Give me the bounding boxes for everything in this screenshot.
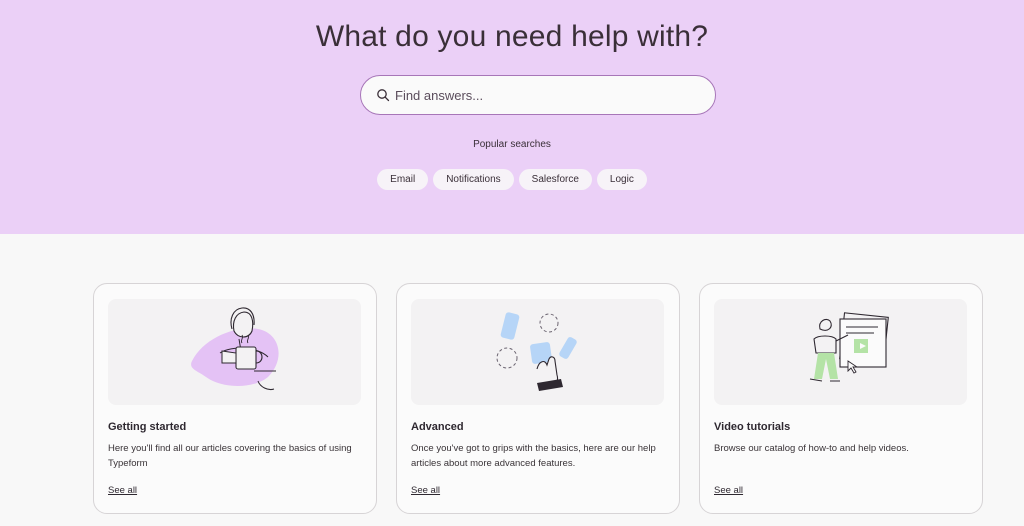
hero-section: What do you need help with? Popular sear… — [0, 0, 1024, 234]
card-description: Here you'll find all our articles coveri… — [108, 443, 352, 469]
person-with-screen-icon — [809, 312, 889, 382]
see-all-link[interactable]: See all — [714, 485, 743, 496]
card-illustration — [714, 299, 967, 405]
page-title: What do you need help with? — [315, 20, 709, 53]
card-title: Video tutorials — [714, 421, 791, 433]
chip-salesforce[interactable]: Salesforce — [518, 169, 592, 190]
chip-email[interactable]: Email — [377, 169, 429, 190]
card-illustration — [108, 299, 361, 405]
card-title: Getting started — [108, 421, 187, 433]
chip-logic[interactable]: Logic — [596, 169, 647, 190]
popular-searches-label: Popular searches — [473, 139, 551, 150]
person-holding-mug-icon — [191, 307, 279, 390]
card-description: Browse our catalog of how-to and help vi… — [714, 443, 909, 454]
search-box[interactable] — [360, 75, 716, 115]
popular-searches-chips: Email Notifications Salesforce Logic — [0, 169, 1024, 190]
see-all-link[interactable]: See all — [108, 485, 137, 496]
card-title: Advanced — [411, 421, 464, 433]
search-icon — [377, 89, 390, 102]
search-input[interactable] — [395, 85, 695, 105]
card-advanced[interactable]: Advanced Once you've got to grips with t… — [396, 283, 680, 514]
see-all-link[interactable]: See all — [411, 485, 440, 496]
card-illustration — [411, 299, 664, 405]
card-description: Once you've got to grips with the basics… — [411, 443, 656, 469]
chip-notifications[interactable]: Notifications — [433, 169, 514, 190]
card-video-tutorials[interactable]: Video tutorials Browse our catalog of ho… — [699, 283, 983, 514]
card-getting-started[interactable]: Getting started Here you'll find all our… — [93, 283, 377, 514]
hand-with-shapes-icon — [496, 312, 577, 391]
